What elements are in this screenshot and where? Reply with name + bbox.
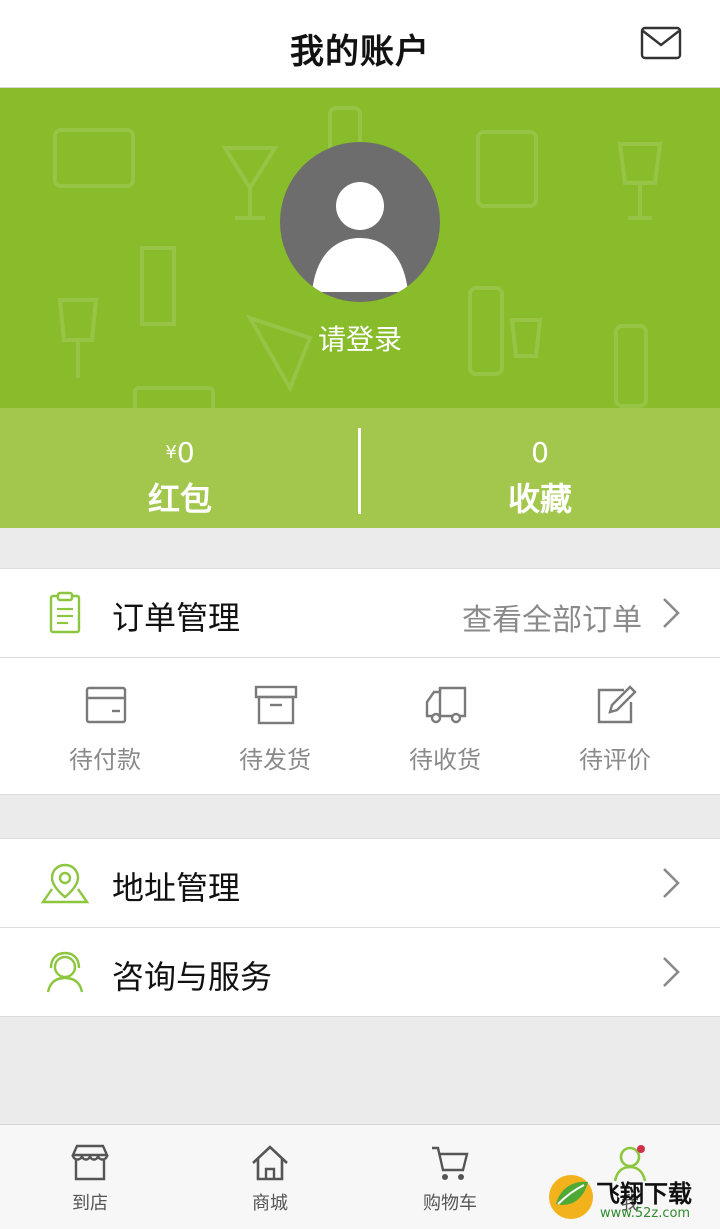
- status-label: 待收货: [409, 746, 481, 774]
- tab-label: 商城: [252, 1193, 288, 1214]
- status-pending-shipment[interactable]: 待发货: [190, 658, 360, 794]
- profile-hero: 请登录: [0, 88, 720, 408]
- favorites-stat[interactable]: 0 收藏: [360, 408, 720, 528]
- status-pending-payment[interactable]: 待付款: [20, 658, 190, 794]
- box-icon: [254, 685, 298, 725]
- login-link[interactable]: 请登录: [0, 318, 720, 358]
- watermark-url: www.52z.com: [600, 1206, 691, 1221]
- status-label: 待评价: [579, 746, 651, 774]
- stats-bar: ¥0 红包 0 收藏: [0, 408, 720, 528]
- red-packet-value: ¥0: [165, 436, 195, 469]
- avatar[interactable]: [280, 142, 440, 302]
- divider: [0, 1016, 720, 1017]
- address-management-row[interactable]: 地址管理: [0, 839, 720, 927]
- chevron-right-icon: [663, 598, 680, 628]
- home-icon: [252, 1145, 288, 1181]
- top-bar: 我的账户: [0, 0, 720, 88]
- consulting-service-label: 咨询与服务: [112, 958, 273, 996]
- red-packet-stat[interactable]: ¥0 红包: [0, 408, 360, 528]
- user-silhouette-icon: [312, 182, 408, 292]
- red-packet-label: 红包: [147, 480, 212, 518]
- view-all-orders-link[interactable]: 查看全部订单: [462, 595, 642, 639]
- divider: [0, 794, 720, 795]
- order-management-row[interactable]: 订单管理 查看全部订单: [0, 569, 720, 657]
- store-icon: [71, 1144, 109, 1181]
- chevron-right-icon: [663, 957, 680, 987]
- favorites-value: 0: [531, 436, 549, 469]
- favorites-label: 收藏: [507, 480, 572, 518]
- address-management-label: 地址管理: [112, 869, 241, 907]
- leaf-logo-icon: [549, 1175, 593, 1219]
- tab-mall[interactable]: 商城: [180, 1125, 360, 1229]
- cart-icon: [432, 1146, 469, 1180]
- clipboard-icon: [49, 591, 81, 634]
- consulting-service-row[interactable]: 咨询与服务: [0, 928, 720, 1016]
- truck-icon: [425, 686, 467, 724]
- status-label: 待付款: [69, 746, 141, 774]
- status-pending-review[interactable]: 待评价: [530, 658, 700, 794]
- edit-icon: [597, 685, 637, 724]
- chevron-right-icon: [663, 868, 680, 898]
- tab-label: 到店: [72, 1193, 108, 1214]
- tab-store[interactable]: 到店: [0, 1125, 180, 1229]
- location-icon: [40, 863, 90, 904]
- order-status-bar: 待付款 待发货 待收货 待评价: [0, 658, 720, 794]
- order-management-label: 订单管理: [112, 599, 241, 637]
- status-label: 待发货: [239, 746, 311, 774]
- page-title: 我的账户: [290, 32, 430, 72]
- watermark-text: 飞翔下载: [596, 1180, 692, 1208]
- mail-icon[interactable]: [640, 26, 682, 60]
- status-pending-receipt[interactable]: 待收货: [360, 658, 530, 794]
- service-icon: [46, 951, 84, 993]
- tab-label: 购物车: [423, 1193, 477, 1214]
- watermark: 飞翔下载 www.52z.com: [540, 1170, 720, 1229]
- tab-cart[interactable]: 购物车: [360, 1125, 540, 1229]
- wallet-icon: [85, 686, 127, 724]
